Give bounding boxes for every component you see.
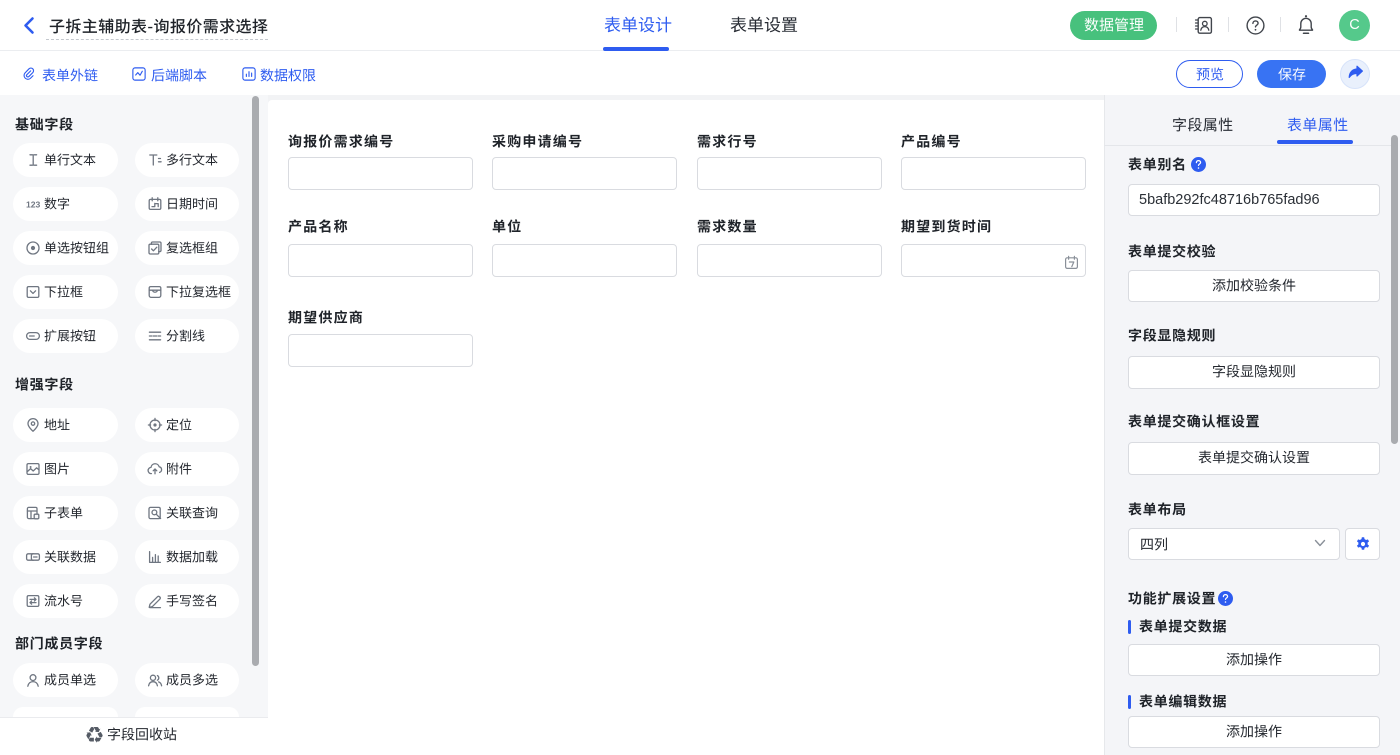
svg-text:123: 123: [26, 200, 41, 210]
